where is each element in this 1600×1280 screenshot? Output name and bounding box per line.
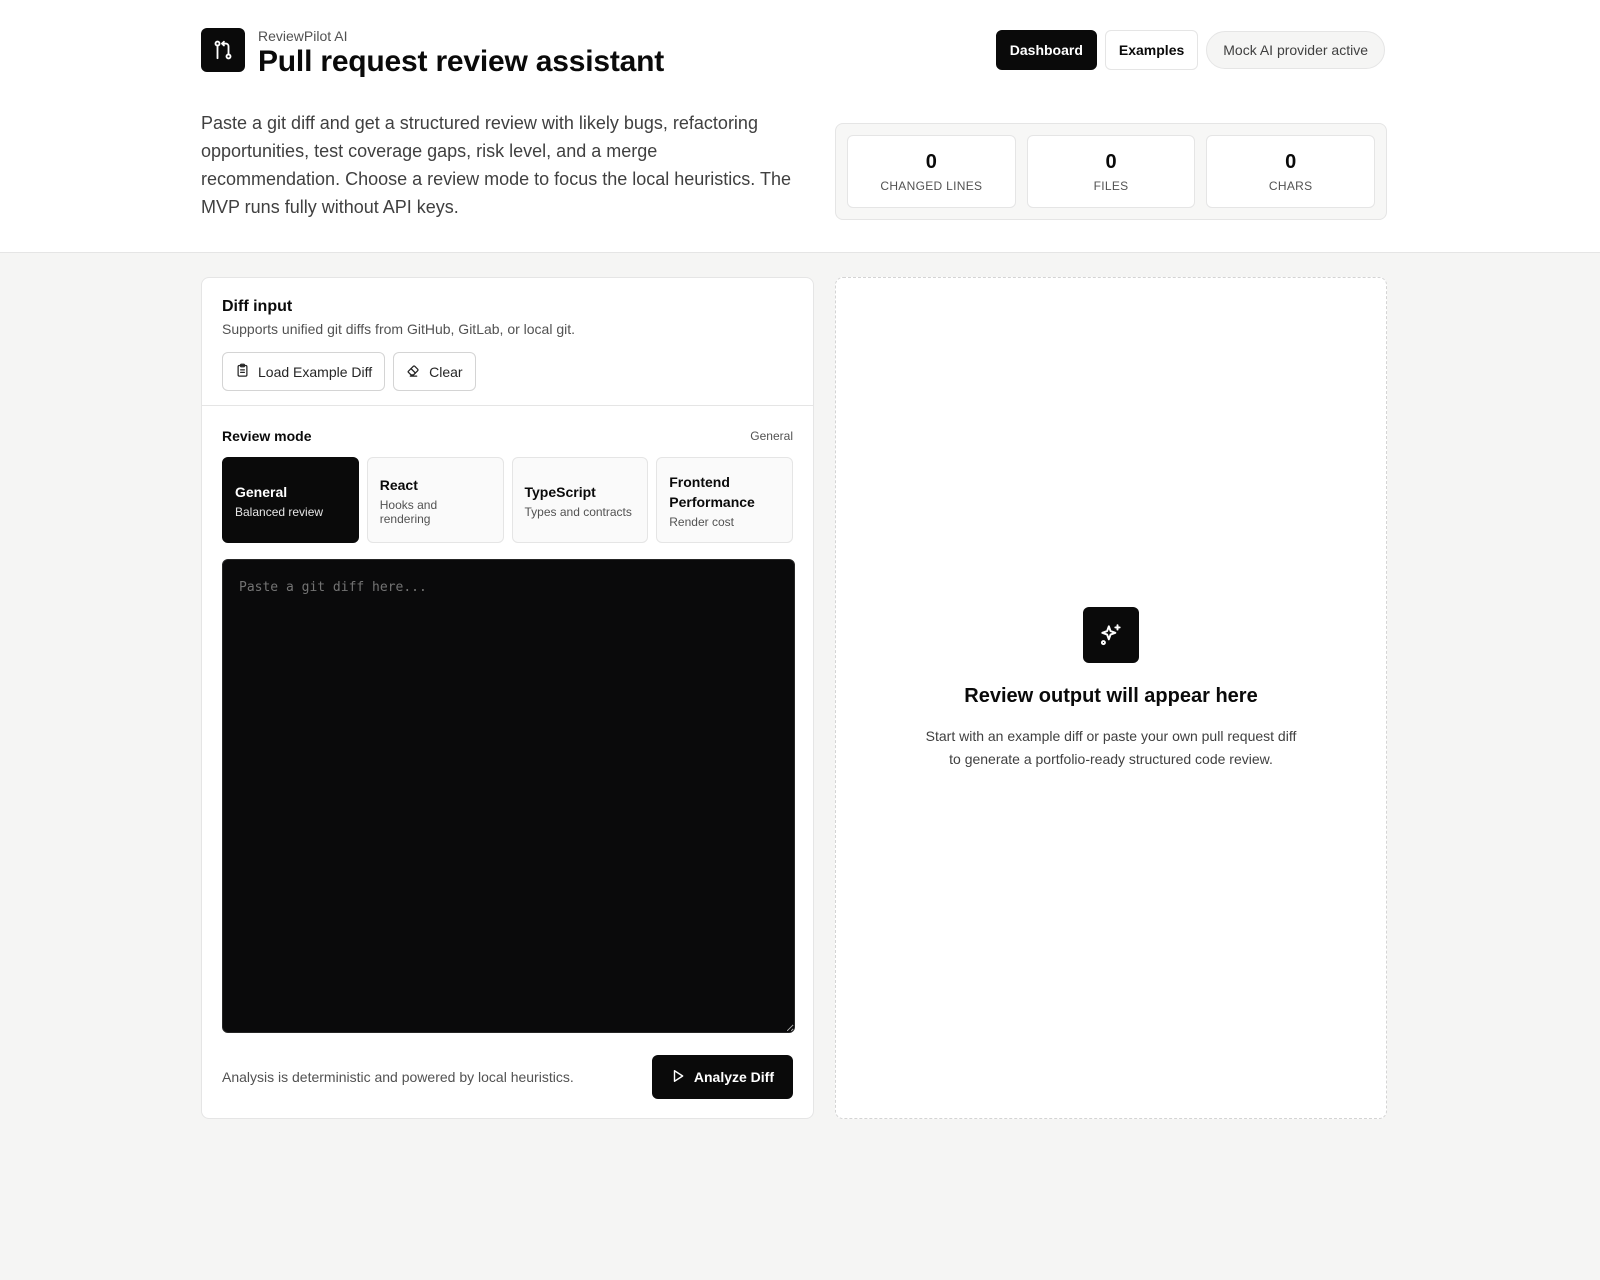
mode-name: React: [379, 476, 418, 493]
mode-react[interactable]: React Hooks and rendering: [366, 457, 504, 543]
analyze-diff-button[interactable]: Analyze Diff: [651, 1055, 793, 1099]
diff-input-subtitle: Supports unified git diffs from GitHub, …: [222, 321, 576, 337]
mode-name: Frontend Performance: [669, 473, 755, 510]
mode-desc: Balanced review: [235, 504, 324, 519]
main-content: Diff input Supports unified git diffs fr…: [201, 253, 1387, 1280]
clear-button[interactable]: Clear: [393, 352, 476, 391]
top-nav: Dashboard Examples Mock AI provider acti…: [995, 30, 1385, 70]
diff-textarea[interactable]: [222, 559, 795, 1033]
output-title: Review output will appear here: [964, 685, 1258, 707]
page-title: Pull request review assistant: [258, 45, 665, 78]
provider-status-badge: Mock AI provider active: [1206, 31, 1385, 69]
stat-value: 0: [1285, 150, 1297, 173]
mode-desc: Render cost: [669, 514, 734, 529]
mode-name: General: [235, 483, 288, 500]
analysis-note: Analysis is deterministic and powered by…: [222, 1069, 574, 1085]
mode-desc: Types and contracts: [524, 504, 632, 519]
brand-name: ReviewPilot AI: [258, 28, 348, 44]
diff-input-card: Diff input Supports unified git diffs fr…: [201, 277, 814, 1119]
stat-chars: 0 CHARS: [1206, 135, 1376, 208]
page-header: ReviewPilot AI Pull request review assis…: [0, 0, 1600, 253]
nav-dashboard-button[interactable]: Dashboard: [995, 30, 1097, 70]
diff-input-title: Diff input: [222, 298, 293, 315]
mode-name: TypeScript: [524, 483, 596, 500]
intro-text: Paste a git diff and get a structured re…: [201, 113, 791, 217]
brand: ReviewPilot AI Pull request review assis…: [201, 28, 664, 79]
load-example-diff-button[interactable]: Load Example Diff: [222, 352, 386, 391]
output-description: Start with an example diff or paste your…: [925, 728, 1297, 767]
stat-value: 0: [1105, 150, 1117, 173]
review-output-panel: Review output will appear here Start wit…: [835, 277, 1387, 1119]
stats-panel: 0 CHANGED LINES 0 FILES 0 CHARS: [835, 123, 1387, 220]
review-mode-options: General Balanced review React Hooks and …: [202, 444, 813, 543]
analyze-diff-label: Analyze Diff: [693, 1069, 774, 1085]
mode-frontend-performance[interactable]: Frontend Performance Render cost: [656, 457, 793, 543]
nav-examples-button[interactable]: Examples: [1104, 30, 1199, 70]
mode-general[interactable]: General Balanced review: [222, 457, 359, 543]
load-example-diff-label: Load Example Diff: [258, 363, 373, 380]
git-pull-request-icon: [201, 28, 245, 72]
stat-changed-lines: 0 CHANGED LINES: [847, 135, 1016, 208]
stat-label: CHARS: [1268, 178, 1313, 193]
stat-files: 0 FILES: [1026, 135, 1196, 208]
stat-value: 0: [925, 150, 937, 173]
clear-label: Clear: [429, 363, 463, 380]
review-mode-current: General: [750, 429, 793, 443]
play-icon: [671, 1069, 685, 1086]
mode-typescript[interactable]: TypeScript Types and contracts: [511, 457, 649, 543]
clipboard-icon: [235, 363, 250, 381]
review-mode-title: Review mode: [222, 428, 312, 444]
stat-label: CHANGED LINES: [880, 178, 983, 193]
mode-desc: Hooks and rendering: [379, 497, 438, 526]
sparkles-icon: [1083, 607, 1139, 663]
eraser-icon: [406, 363, 421, 381]
stat-label: FILES: [1093, 178, 1129, 193]
